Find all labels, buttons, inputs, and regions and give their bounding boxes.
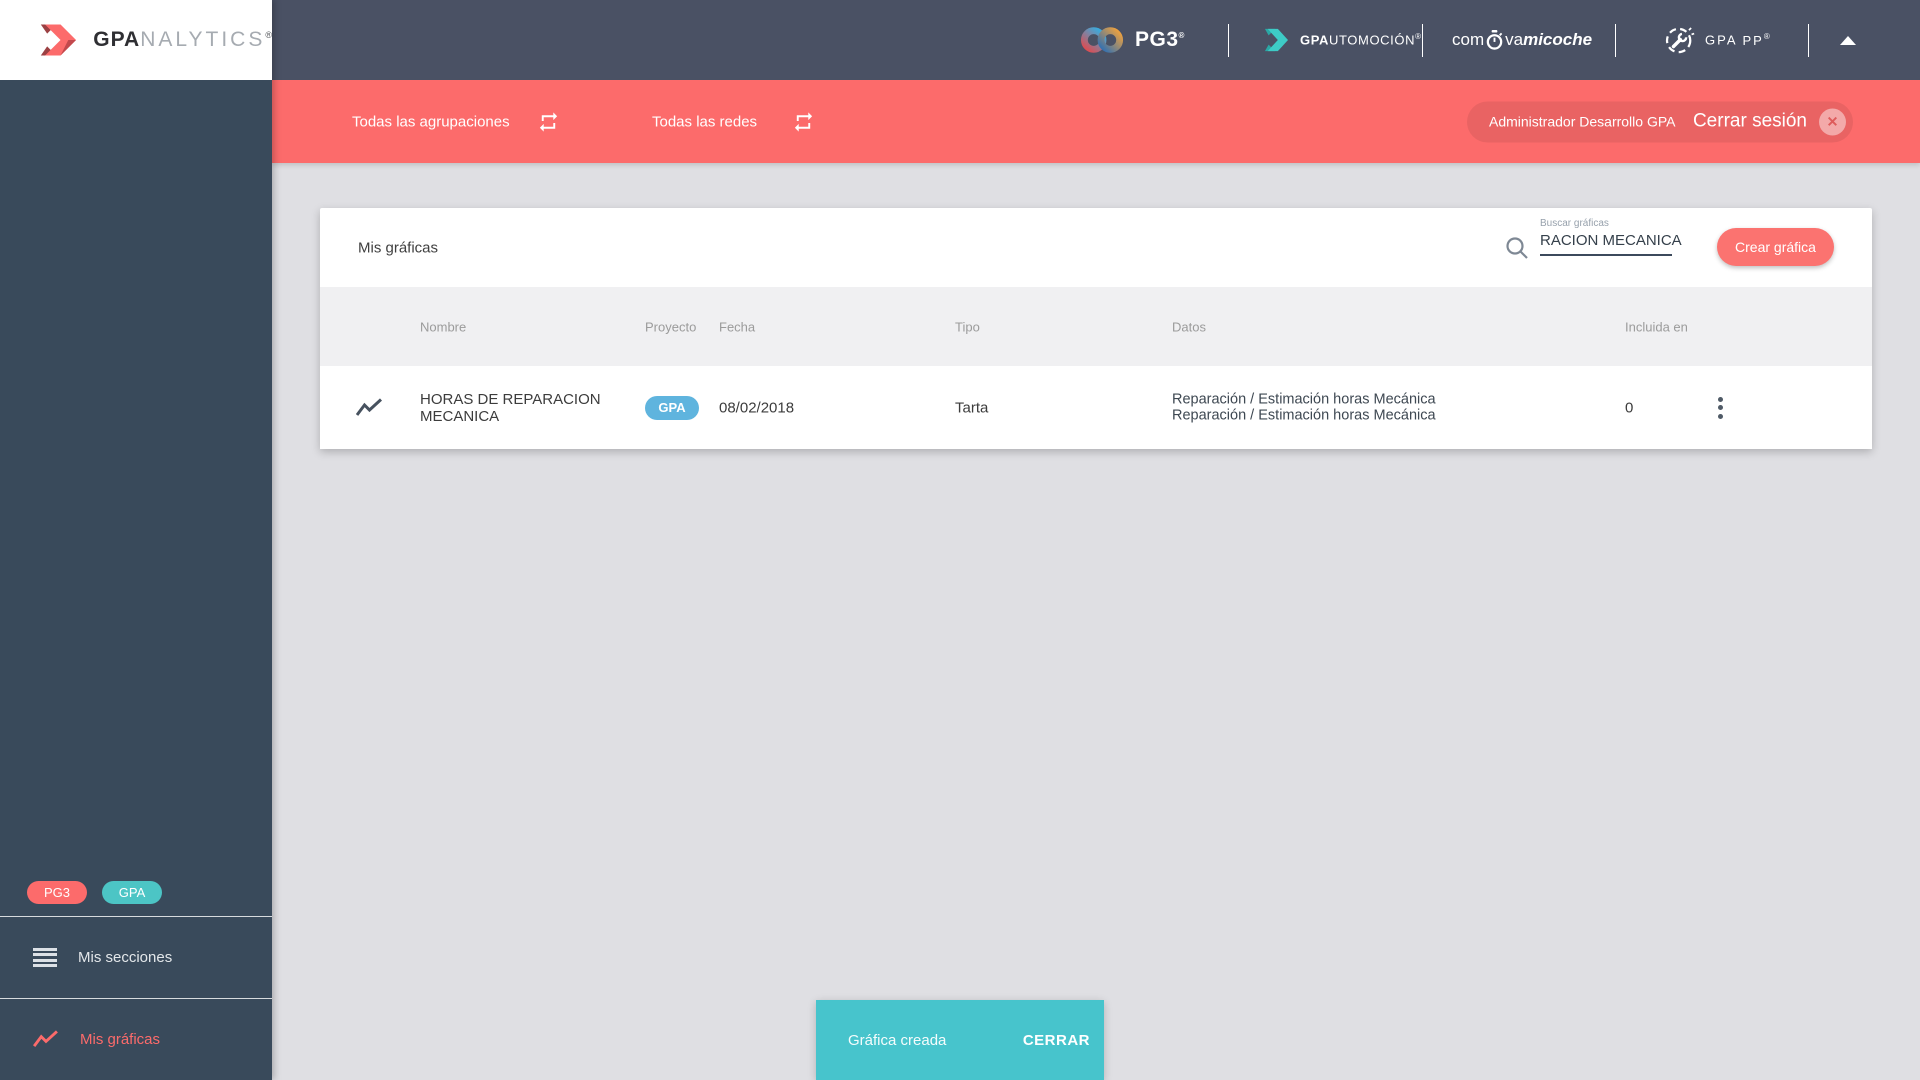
chart-name: HORAS DE REPARACION MECANICA xyxy=(420,390,601,425)
brand-logo[interactable]: GPANALYTICS® xyxy=(0,0,272,80)
brand-wordmark: GPANALYTICS® xyxy=(93,28,272,51)
menu-icon xyxy=(33,947,57,968)
snackbar-close-button[interactable]: CERRAR xyxy=(1023,1032,1090,1049)
column-header-proyecto: Proyecto xyxy=(645,319,697,334)
search-input-label: Buscar gráficas xyxy=(1540,218,1609,229)
chart-line-icon xyxy=(356,397,383,416)
gpapp-label: GPA PP® xyxy=(1705,32,1772,48)
data-source-line: Reparación / Estimación horas Mecánica xyxy=(1172,407,1436,424)
wrench-circle-icon xyxy=(1665,26,1695,53)
topbar-divider xyxy=(1808,24,1809,57)
stopwatch-icon xyxy=(1486,29,1503,50)
table-header-row: Nombre Proyecto Fecha Tipo Datos Incluid… xyxy=(320,287,1872,366)
column-header-fecha: Fecha xyxy=(719,319,756,334)
product-badges: PG3 GPA xyxy=(0,869,272,916)
snackbar: Gráfica creada CERRAR xyxy=(816,1000,1104,1080)
pg3-logo[interactable]: PG3® xyxy=(1080,0,1185,80)
chart-date: 08/02/2018 xyxy=(719,399,795,416)
chart-data-sources: Reparación / Estimación horas Mecánica R… xyxy=(1172,391,1436,424)
create-chart-button[interactable]: Crear gráfica xyxy=(1717,228,1834,266)
gpapp-logo[interactable]: GPA PP® xyxy=(1664,0,1772,80)
badge-gpa[interactable]: GPA xyxy=(102,881,162,904)
search-input-value: RACION MECANICA xyxy=(1540,232,1682,249)
table-row[interactable]: HORAS DE REPARACION MECANICA GPA 08/02/2… xyxy=(320,366,1872,449)
charts-card: Mis gráficas Buscar gráficas RACION MECA… xyxy=(320,208,1872,449)
column-header-incluida: Incluida en xyxy=(1625,319,1688,334)
logout-button[interactable]: Cerrar sesión xyxy=(1693,111,1807,133)
top-product-bar: PG3® GPAUTOMOCIÓN® com va micoche GPA PP… xyxy=(272,0,1920,80)
search-input[interactable]: Buscar gráficas RACION MECANICA xyxy=(1540,218,1682,256)
filter-bar: Todas las agrupaciones Todas las redes A… xyxy=(272,80,1920,163)
logout-close-icon[interactable]: ✕ xyxy=(1819,108,1846,135)
collapse-topbar-button[interactable] xyxy=(1832,0,1864,80)
user-name: Administrador Desarrollo GPA xyxy=(1489,113,1676,130)
pg3-label: PG3® xyxy=(1135,28,1185,51)
page-title: Mis gráficas xyxy=(358,239,439,256)
comprovamicoche-label: com va micoche xyxy=(1452,29,1593,50)
topbar-divider xyxy=(1422,24,1423,57)
row-menu-kebab-icon[interactable] xyxy=(1712,391,1729,425)
gpautomocion-logo[interactable]: GPAUTOMOCIÓN® xyxy=(1262,0,1422,80)
data-source-line: Reparación / Estimación horas Mecánica xyxy=(1172,391,1436,407)
sidebar-item-label: Mis gráficas xyxy=(80,1031,161,1048)
chart-line-icon xyxy=(33,1030,58,1048)
badge-pg3[interactable]: PG3 xyxy=(27,881,87,904)
sidebar-bottom: PG3 GPA Mis secciones Mis gráficas xyxy=(0,869,272,1080)
user-session-pill: Administrador Desarrollo GPA Cerrar sesi… xyxy=(1467,101,1853,142)
column-header-datos: Datos xyxy=(1172,319,1206,334)
gpautomocion-arrow-icon xyxy=(1264,28,1288,52)
included-count: 0 xyxy=(1625,399,1634,416)
comprovamicoche-logo[interactable]: com va micoche xyxy=(1452,0,1592,80)
app-sidebar: GPANALYTICS® PG3 GPA Mis secciones Mis g… xyxy=(0,0,272,1080)
sidebar-item-label: Mis secciones xyxy=(78,949,173,966)
groupings-filter-label[interactable]: Todas las agrupaciones xyxy=(352,113,510,130)
card-header: Mis gráficas Buscar gráficas RACION MECA… xyxy=(320,208,1872,287)
swap-networks-icon[interactable] xyxy=(792,110,815,133)
project-badge: GPA xyxy=(645,395,699,420)
chart-type: Tarta xyxy=(955,399,989,416)
column-header-tipo: Tipo xyxy=(955,319,980,334)
column-header-nombre: Nombre xyxy=(420,319,467,334)
swap-groupings-icon[interactable] xyxy=(537,110,560,133)
topbar-divider xyxy=(1228,24,1229,57)
sidebar-item-mis-secciones[interactable]: Mis secciones xyxy=(0,917,272,998)
search-icon[interactable] xyxy=(1504,235,1530,261)
sidebar-item-mis-graficas[interactable]: Mis gráficas xyxy=(0,999,272,1080)
chevron-up-icon xyxy=(1840,35,1856,45)
gpanalytics-arrow-icon xyxy=(40,24,77,56)
networks-filter-label[interactable]: Todas las redes xyxy=(652,113,757,130)
topbar-divider xyxy=(1615,24,1616,57)
gpautomocion-label: GPAUTOMOCIÓN® xyxy=(1300,32,1422,48)
snackbar-message: Gráfica creada xyxy=(848,1031,947,1049)
pg3-infinity-icon xyxy=(1080,27,1124,53)
